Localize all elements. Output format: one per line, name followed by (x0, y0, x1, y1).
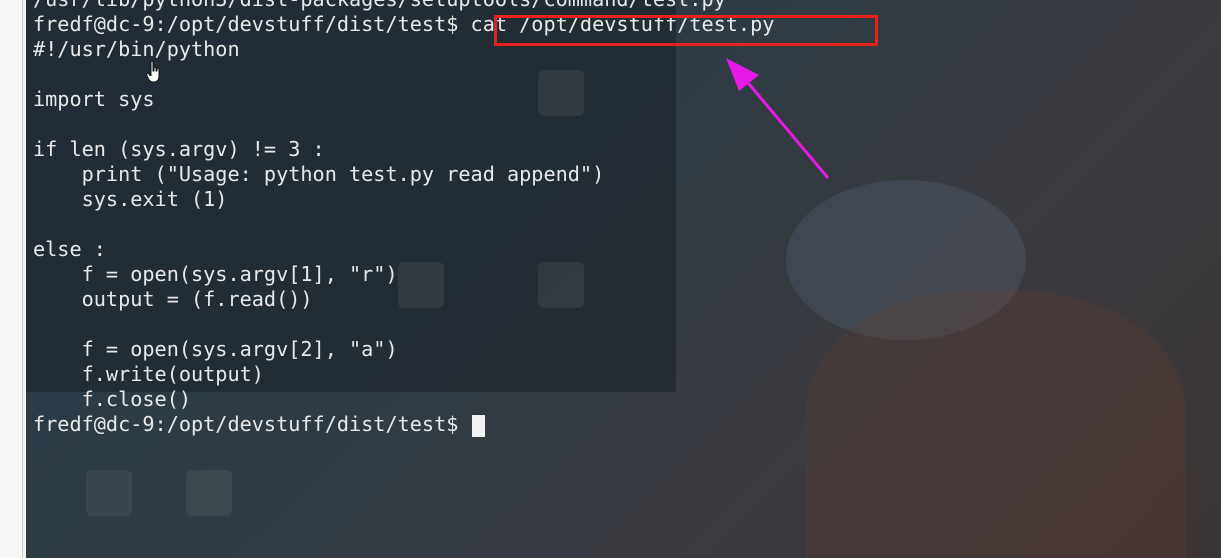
hand-cursor-icon (146, 60, 160, 83)
terminal-window[interactable]: /usr/lib/python3/dist-packages/setuptool… (26, 0, 1221, 558)
window-left-edge (0, 0, 23, 558)
annotation-arrow (726, 58, 830, 179)
arrow-head (726, 58, 759, 91)
arrow-shaft (742, 77, 830, 179)
